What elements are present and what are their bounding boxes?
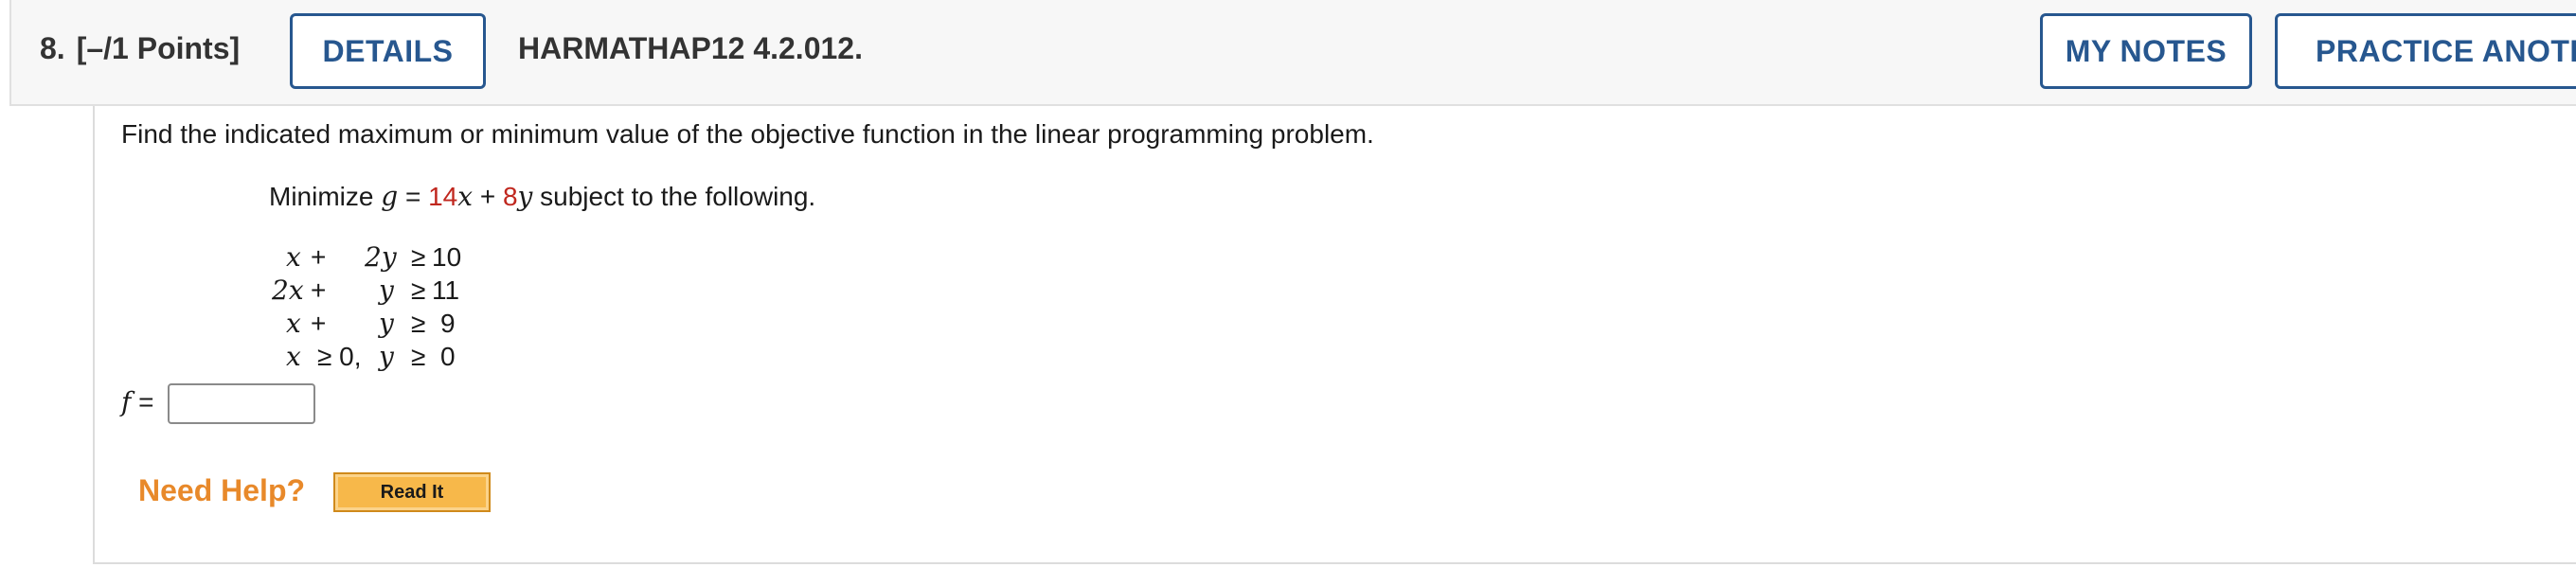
constraint-term-b: y (379, 341, 394, 372)
constraint-rhs: 10 (432, 242, 462, 272)
constraint-row: 2x + y ≥ 11 (265, 274, 474, 307)
constraint-term-a: x (286, 241, 301, 273)
constraint-term-b: 2y (365, 241, 397, 273)
constraint-row: x + 2y ≥ 10 (265, 240, 474, 274)
objective-function: Minimize g = 14x + 8y subject to the fol… (269, 181, 815, 212)
coefficient-y: 8 (502, 182, 518, 211)
objective-prefix: Minimize (269, 182, 382, 211)
objective-equals: = (398, 182, 429, 211)
constraint-operator: + (311, 242, 327, 272)
constraint-rhs: 9 (440, 309, 456, 338)
plus-sign: + (473, 182, 503, 211)
my-notes-button[interactable]: MY NOTES (2040, 13, 2252, 89)
need-help-label: Need Help? (138, 473, 306, 507)
constraint-rhs: 11 (432, 275, 460, 305)
constraints-system: x + 2y ≥ 10 2x + y ≥ 11 x + y ≥ 9 x ≥ 0,… (265, 240, 474, 373)
constraint-row: x ≥ 0, y ≥ 0 (265, 340, 474, 373)
details-button[interactable]: DETAILS (290, 13, 486, 89)
variable-x: x (457, 181, 474, 212)
constraint-term-a: x (286, 341, 301, 372)
read-it-button[interactable]: Read It (333, 472, 491, 512)
constraint-relation: ≥ (411, 309, 426, 338)
question-number: 8. [–/1 Points] (40, 31, 240, 66)
constraint-operator: + (311, 275, 327, 305)
constraint-term-a: x (286, 308, 301, 339)
answer-input[interactable] (168, 383, 315, 424)
objective-variable: g (381, 181, 399, 212)
objective-suffix: subject to the following. (532, 182, 816, 211)
answer-label: f = (121, 386, 154, 417)
constraint-term-b: y (379, 308, 394, 339)
constraint-relation: ≥ (411, 342, 426, 371)
constraint-relation: ≥ (411, 242, 426, 272)
constraint-rhs: 0 (440, 342, 456, 371)
question-header: 8. [–/1 Points] DETAILS HARMATHAP12 4.2.0… (9, 0, 2576, 106)
answer-equals: = (131, 387, 154, 417)
practice-another-button[interactable]: PRACTICE ANOTHE (2275, 13, 2576, 89)
constraint-relation: ≥ (411, 275, 426, 305)
variable-y: y (517, 181, 533, 212)
constraint-term-b: y (379, 275, 394, 306)
answer-variable: f (121, 386, 132, 417)
question-number-label: 8. (40, 31, 65, 65)
points-label: [–/1 Points] (76, 31, 241, 65)
constraint-operator: + (311, 309, 327, 338)
nonnegativity-x: ≥ 0, (317, 342, 362, 371)
coefficient-x: 14 (428, 182, 458, 211)
constraint-term-a: 2x (272, 275, 304, 306)
constraint-row: x + y ≥ 9 (265, 307, 474, 340)
problem-prompt: Find the indicated maximum or minimum va… (121, 119, 1374, 149)
problem-code: HARMATHAP12 4.2.012. (518, 31, 863, 65)
